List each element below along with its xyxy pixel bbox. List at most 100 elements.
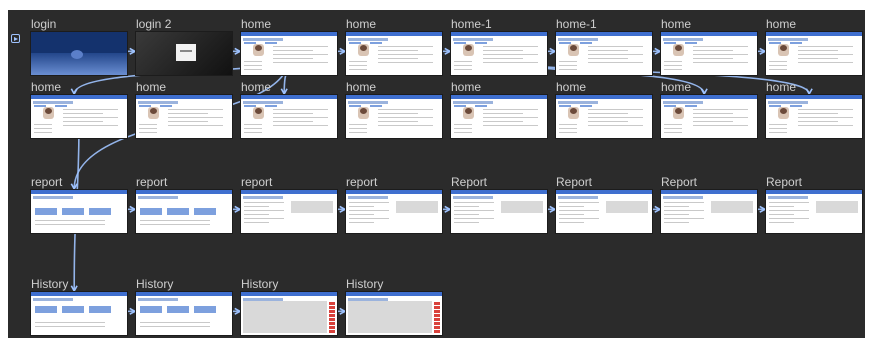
play-flag-icon[interactable] bbox=[11, 34, 20, 43]
status-cell bbox=[434, 306, 440, 309]
screen-thumbnail-home-f[interactable] bbox=[136, 95, 232, 138]
screen-title: report bbox=[241, 175, 273, 189]
chart-placeholder bbox=[501, 201, 543, 213]
text-line bbox=[769, 222, 794, 223]
header-subtitle bbox=[768, 38, 808, 41]
screen-title: login bbox=[31, 17, 57, 31]
text-line bbox=[273, 46, 328, 47]
text-line bbox=[798, 121, 838, 122]
header-subtitle bbox=[663, 196, 703, 199]
status-cell bbox=[329, 330, 335, 333]
nav-tab bbox=[265, 105, 277, 107]
nav-tab bbox=[349, 42, 361, 44]
nav-tab bbox=[790, 105, 802, 107]
screen-thumbnail-home-k[interactable] bbox=[661, 95, 757, 138]
screen-thumbnail-login[interactable] bbox=[31, 32, 127, 75]
screen-thumbnail-history-a[interactable] bbox=[31, 292, 127, 335]
text-line bbox=[588, 50, 628, 51]
app-header bbox=[346, 292, 442, 296]
app-header bbox=[766, 95, 862, 99]
screen-thumbnail-report-d[interactable] bbox=[346, 190, 442, 233]
text-line bbox=[378, 58, 418, 59]
screen-thumbnail-report-e[interactable] bbox=[451, 190, 547, 233]
nav-tab bbox=[454, 42, 466, 44]
nav-tab bbox=[244, 42, 256, 44]
screen-thumbnail-report-f[interactable] bbox=[556, 190, 652, 233]
screen-thumbnail-home-i[interactable] bbox=[451, 95, 547, 138]
nav-tab bbox=[664, 42, 676, 44]
text-line bbox=[588, 121, 628, 122]
screen-thumbnail-home-b[interactable] bbox=[346, 32, 442, 75]
screen-title: home bbox=[241, 80, 272, 94]
app-header bbox=[136, 190, 232, 194]
status-cell bbox=[329, 310, 335, 313]
screen-thumbnail-home-1-b[interactable] bbox=[556, 32, 652, 75]
screen-title: History bbox=[241, 277, 279, 291]
text-line bbox=[35, 220, 105, 221]
text-line bbox=[454, 210, 494, 211]
text-line bbox=[349, 206, 374, 207]
screen-thumbnail-history-d[interactable] bbox=[346, 292, 442, 335]
text-line bbox=[349, 61, 367, 62]
text-line bbox=[454, 132, 472, 133]
nav-tab bbox=[244, 105, 256, 107]
screen-thumbnail-report-c[interactable] bbox=[241, 190, 337, 233]
text-line bbox=[769, 218, 809, 219]
screen-thumbnail-home-d[interactable] bbox=[766, 32, 862, 75]
screen-thumbnail-home-e[interactable] bbox=[31, 95, 127, 138]
screen-thumbnail-home-l[interactable] bbox=[766, 95, 862, 138]
text-line bbox=[588, 62, 643, 63]
screen-title: home bbox=[346, 17, 377, 31]
screen-thumbnail-history-b[interactable] bbox=[136, 292, 232, 335]
text-line bbox=[140, 224, 210, 225]
text-line bbox=[349, 202, 389, 203]
header-subtitle bbox=[33, 196, 73, 199]
text-line bbox=[140, 220, 210, 221]
screen-thumbnail-home-a[interactable] bbox=[241, 32, 337, 75]
screen-thumbnail-home-g[interactable] bbox=[241, 95, 337, 138]
screen-title: home bbox=[451, 80, 482, 94]
screen-thumbnail-history-c[interactable] bbox=[241, 292, 337, 335]
app-header bbox=[451, 32, 547, 36]
link-arrow bbox=[805, 88, 813, 96]
screen-title: home-1 bbox=[451, 17, 492, 31]
nav-tab bbox=[790, 42, 802, 44]
nav-tab bbox=[475, 105, 487, 107]
app-header bbox=[556, 32, 652, 36]
text-line bbox=[483, 109, 538, 110]
text-line bbox=[769, 69, 787, 70]
text-line bbox=[559, 65, 577, 66]
text-line bbox=[664, 218, 704, 219]
text-line bbox=[664, 206, 689, 207]
app-header bbox=[661, 95, 757, 99]
text-line bbox=[378, 54, 433, 55]
text-line bbox=[559, 69, 577, 70]
screen-thumbnail-report-a[interactable] bbox=[31, 190, 127, 233]
text-line bbox=[244, 210, 284, 211]
text-line bbox=[168, 117, 223, 118]
text-line bbox=[769, 132, 787, 133]
screen-thumbnail-report-g[interactable] bbox=[661, 190, 757, 233]
screen-thumbnail-report-b[interactable] bbox=[136, 190, 232, 233]
text-line bbox=[693, 62, 748, 63]
nav-tab bbox=[454, 105, 466, 107]
screen-thumbnail-home-1-a[interactable] bbox=[451, 32, 547, 75]
screen-thumbnail-home-h[interactable] bbox=[346, 95, 442, 138]
status-cell bbox=[329, 326, 335, 329]
status-cell bbox=[434, 310, 440, 313]
screen-thumbnail-home-j[interactable] bbox=[556, 95, 652, 138]
screen-thumbnail-home-c[interactable] bbox=[661, 32, 757, 75]
text-line bbox=[559, 222, 584, 223]
screen-thumbnail-login-2[interactable] bbox=[136, 32, 232, 75]
header-subtitle bbox=[453, 38, 493, 41]
prototype-canvas[interactable]: login login 2 home home home-1 home-1 home home… bbox=[8, 10, 865, 338]
text-line bbox=[693, 117, 748, 118]
tile-button bbox=[194, 208, 216, 215]
header-subtitle bbox=[768, 101, 808, 104]
screen-thumbnail-report-h[interactable] bbox=[766, 190, 862, 233]
app-header bbox=[346, 95, 442, 99]
text-line bbox=[483, 50, 523, 51]
app-header bbox=[31, 292, 127, 296]
tile-button bbox=[35, 306, 57, 313]
app-header bbox=[661, 190, 757, 194]
